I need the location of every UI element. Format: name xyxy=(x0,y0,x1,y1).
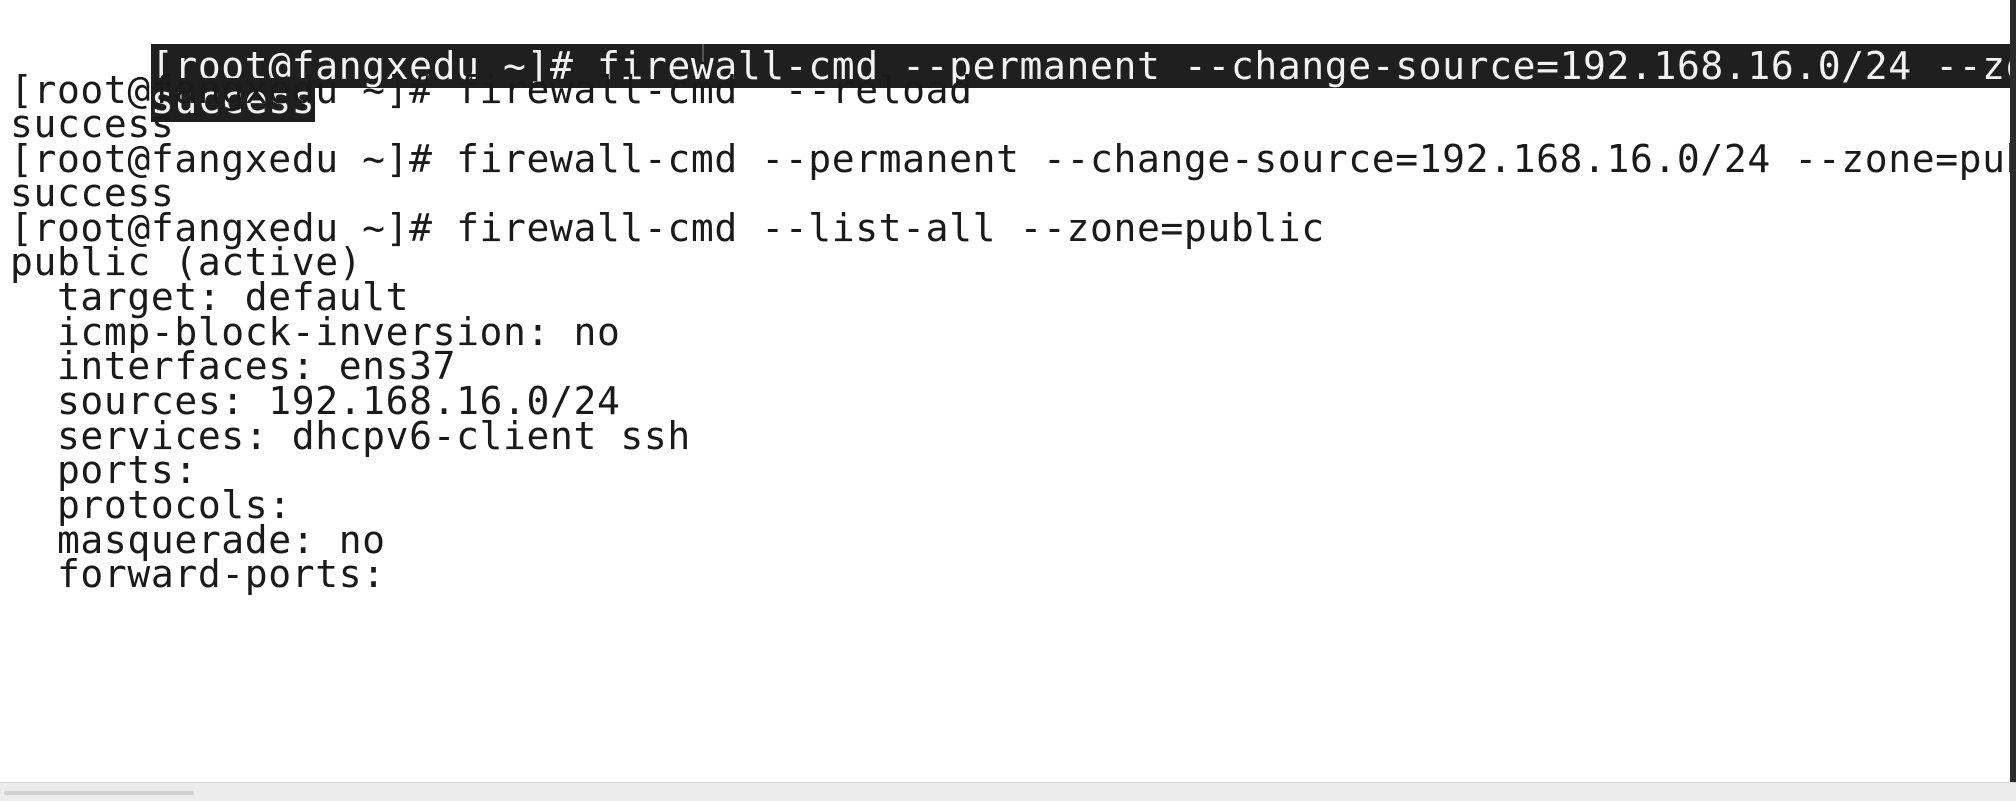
terminal-output[interactable]: [root@fangxedu ~]# firewall-cmd --perman… xyxy=(0,0,2016,782)
horizontal-scrollbar[interactable] xyxy=(0,782,2016,801)
terminal-line: forward-ports: xyxy=(10,552,386,596)
terminal-line: [root@fangxedu ~]# firewall-cmd --perman… xyxy=(10,137,2016,181)
window-edge xyxy=(2010,0,2016,782)
screen: [root@fangxedu ~]# firewall-cmd --perman… xyxy=(0,0,2016,801)
text-cursor xyxy=(702,44,704,62)
scrollbar-thumb[interactable] xyxy=(4,791,194,795)
